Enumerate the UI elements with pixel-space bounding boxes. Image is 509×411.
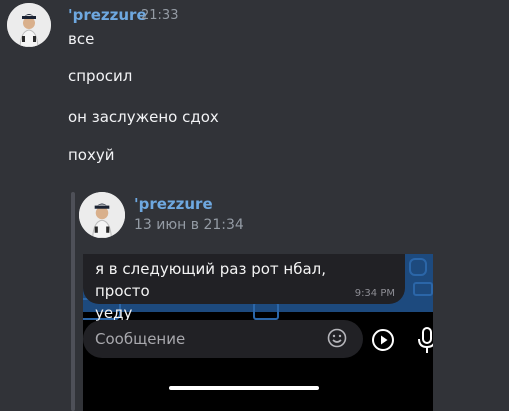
- emoji-icon: [327, 328, 347, 348]
- message-line: похуй: [68, 146, 115, 164]
- message-input-bar: Сообщение: [83, 320, 363, 358]
- forwarded-avatar[interactable]: [79, 192, 125, 238]
- home-indicator: [169, 386, 319, 390]
- message-username[interactable]: 'prezzure: [68, 6, 147, 24]
- forward-quote-bar: [71, 192, 75, 411]
- forwarded-timestamp: 13 июн в 21:34: [134, 217, 244, 233]
- chat-bubble-time: 9:34 PM: [354, 288, 395, 299]
- chat-bubble-text: я в следующий раз рот нбал, просто уеду: [95, 260, 326, 322]
- message-avatar[interactable]: [7, 3, 51, 47]
- message-input-placeholder: Сообщение: [95, 330, 186, 348]
- message-line: он заслужено сдох: [68, 108, 219, 126]
- message-line: все: [68, 30, 95, 48]
- chat-bubble: я в следующий раз рот нбал, просто уеду …: [83, 254, 405, 322]
- message-line: спросил: [68, 67, 133, 85]
- attached-screenshot[interactable]: я в следующий раз рот нбал, просто уеду …: [83, 254, 433, 411]
- play-icon: [372, 329, 394, 351]
- forwarded-username[interactable]: 'prezzure: [134, 195, 213, 213]
- mic-icon: [418, 327, 433, 353]
- message-timestamp: 21:33: [141, 8, 179, 23]
